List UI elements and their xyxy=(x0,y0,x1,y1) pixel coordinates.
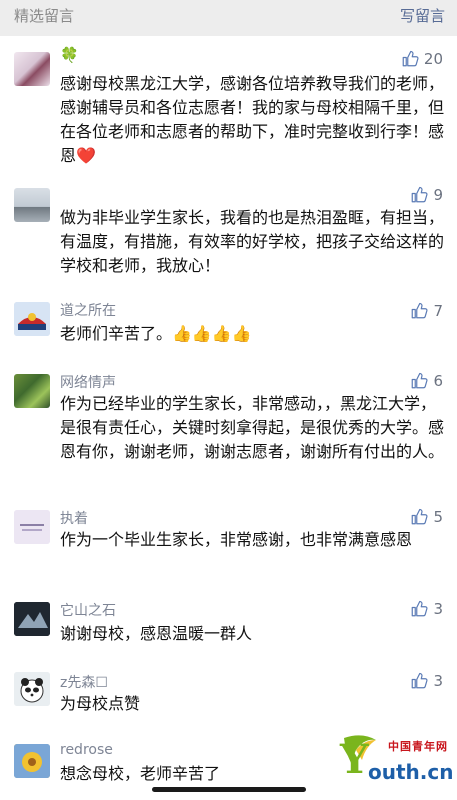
thumbs-up-icon xyxy=(412,302,428,319)
like-count: 7 xyxy=(433,302,443,320)
brand-tag: 中国青年网 xyxy=(388,740,448,753)
avatar[interactable] xyxy=(14,602,50,636)
write-comment-link[interactable]: 写留言 xyxy=(400,5,445,26)
brand-url: outh.cn xyxy=(368,760,454,784)
avatar[interactable] xyxy=(14,302,50,336)
like-button[interactable]: 3 xyxy=(410,600,443,618)
avatar[interactable] xyxy=(14,188,50,222)
youth-cn-watermark: 中国青年网 Y outh.cn xyxy=(340,730,454,792)
like-button[interactable]: 5 xyxy=(410,508,443,526)
like-count: 3 xyxy=(433,600,443,618)
like-count: 20 xyxy=(423,50,443,68)
comment-text: 作为一个毕业生家长，非常感谢，也非常满意感恩 xyxy=(60,530,413,549)
like-count: 3 xyxy=(433,672,443,690)
thumbs-up-icon xyxy=(412,600,428,617)
nickname[interactable]: z先森☐ xyxy=(60,672,108,692)
comment-text: 老师们辛苦了。👍👍👍👍 xyxy=(60,324,252,343)
comment-text: 为母校点赞 xyxy=(60,694,141,713)
avatar[interactable] xyxy=(14,510,50,544)
like-button[interactable]: 9 xyxy=(410,186,443,204)
nickname[interactable]: 执着 xyxy=(60,508,88,528)
nickname[interactable]: 道之所在 xyxy=(60,300,116,320)
like-count: 9 xyxy=(433,186,443,204)
nickname[interactable]: 网络情声 xyxy=(60,372,116,392)
avatar[interactable] xyxy=(14,52,50,86)
comment-text: 作为已经毕业的学生家长，非常感动，，黑龙江大学，是很有责任心，关键时刻拿得起，是… xyxy=(60,394,445,461)
thumbs-up-icon xyxy=(412,508,428,525)
comment-text: 谢谢母校，感恩温暖一群人 xyxy=(60,624,253,643)
like-count: 5 xyxy=(433,508,443,526)
like-button[interactable]: 20 xyxy=(401,50,443,68)
thumbs-up-icon xyxy=(412,672,428,689)
featured-comments-title: 精选留言 xyxy=(14,7,75,25)
thumbs-up-icon xyxy=(412,186,428,203)
comment-text: 做为非毕业学生家长，我看的也是热泪盈眶，有担当，有温度，有措施，有效率的好学校，… xyxy=(60,208,445,275)
brand-letter: Y xyxy=(340,736,369,783)
like-button[interactable]: 6 xyxy=(410,372,443,390)
avatar[interactable] xyxy=(14,374,50,408)
nickname[interactable]: redrose xyxy=(60,742,113,758)
thumbs-up-icon xyxy=(412,372,428,389)
avatar[interactable] xyxy=(14,744,50,778)
like-count: 6 xyxy=(433,372,443,390)
nickname[interactable]: 它山之石 xyxy=(60,600,116,620)
top-bar: 精选留言 写留言 xyxy=(0,0,457,36)
home-indicator[interactable] xyxy=(152,787,306,792)
avatar[interactable] xyxy=(14,672,50,706)
thumbs-up-icon xyxy=(402,50,419,67)
like-button[interactable]: 7 xyxy=(410,302,443,320)
like-button[interactable]: 3 xyxy=(410,672,443,690)
comment-text: 感谢母校黑龙江大学，感谢各位培养教导我们的老师，感谢辅导员和各位志愿者！我的家与… xyxy=(60,74,445,165)
nickname-clover[interactable]: 🍀 xyxy=(60,46,79,64)
